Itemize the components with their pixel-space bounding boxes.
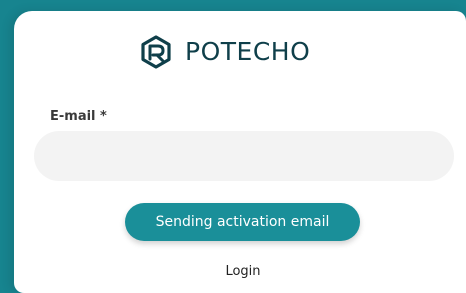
login-link[interactable]: Login bbox=[14, 264, 466, 279]
activation-card: POTECHO E-mail * Sending activation emai… bbox=[14, 11, 466, 293]
brand-logo: POTECHO bbox=[139, 35, 310, 69]
send-activation-email-button[interactable]: Sending activation email bbox=[125, 203, 360, 241]
email-field[interactable] bbox=[34, 131, 454, 181]
potecho-logo-icon bbox=[141, 35, 171, 69]
brand-name: POTECHO bbox=[185, 37, 311, 66]
email-label: E-mail * bbox=[50, 109, 107, 124]
